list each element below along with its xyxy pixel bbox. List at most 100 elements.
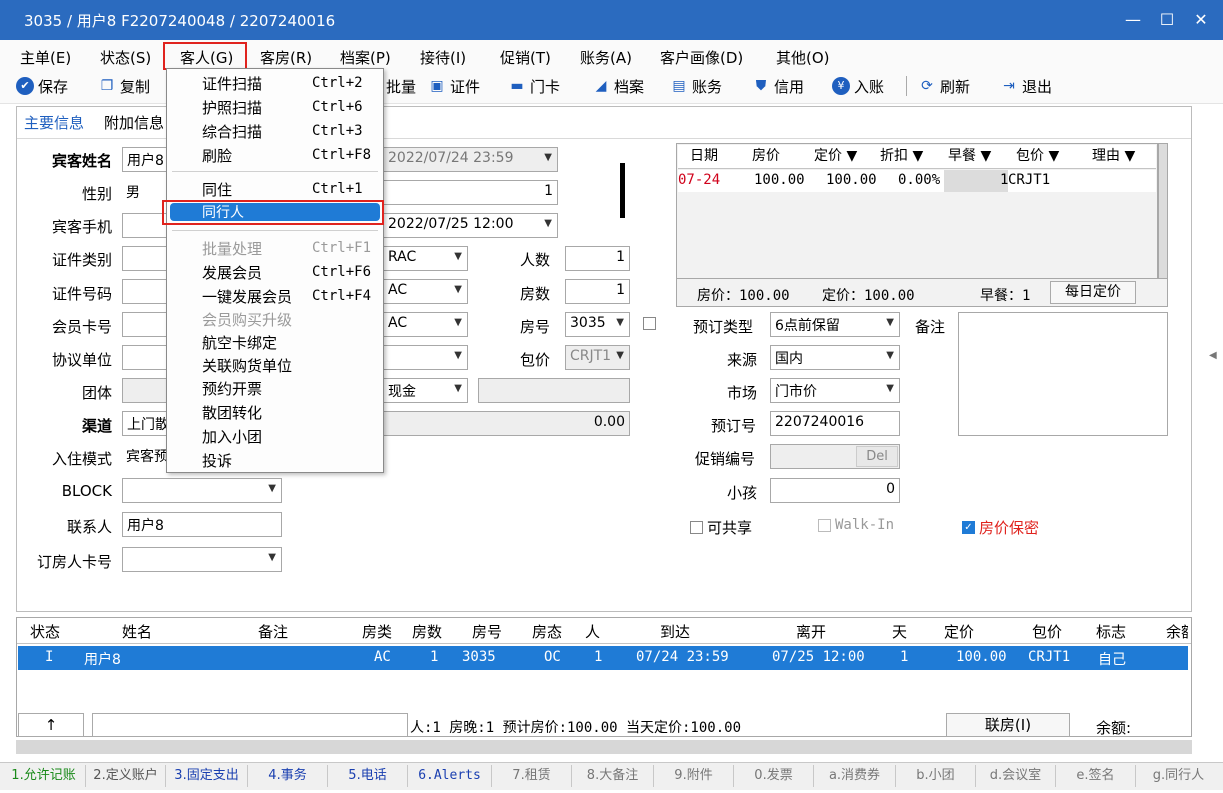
contact-field[interactable]: 用户8 <box>122 512 282 537</box>
menu-status[interactable]: 状态(S) <box>100 47 151 68</box>
tab-attachment[interactable]: 9.附件 <box>654 765 734 787</box>
col-room-no[interactable]: 房号 <box>472 621 502 642</box>
tab-small-group[interactable]: b.小团 <box>896 765 976 787</box>
checkin-mode-field[interactable]: 宾客预 <box>122 444 172 469</box>
col-status[interactable]: 状态 <box>30 621 60 642</box>
scroll-up-button[interactable]: ↑ <box>18 713 84 737</box>
footer-input[interactable] <box>92 713 408 737</box>
tab-invoice[interactable]: 0.发票 <box>734 765 814 787</box>
batch-button[interactable]: 批量 <box>386 75 416 97</box>
market-dropdown[interactable]: 门市价 ▼ <box>770 378 900 403</box>
menu-customer-portrait[interactable]: 客户画像(D) <box>660 47 743 68</box>
maximize-button[interactable]: ☐ <box>1152 6 1182 34</box>
rate-code-1-dropdown[interactable]: RAC ▼ <box>383 246 468 271</box>
col-departure[interactable]: 离开 <box>796 621 826 642</box>
horizontal-scrollbar[interactable] <box>16 740 1192 754</box>
col-days[interactable]: 天 <box>892 621 907 642</box>
guest-name-field[interactable]: 用户8 <box>122 147 172 172</box>
tab-big-note[interactable]: 8.大备注 <box>572 765 654 787</box>
exit-button[interactable]: ⇥ 退出 <box>1000 75 1052 97</box>
tab-alerts[interactable]: 6.Alerts <box>408 765 492 787</box>
tab-companion[interactable]: g.同行人 <box>1136 765 1221 787</box>
room-lock-checkbox[interactable] <box>643 317 656 334</box>
shareable-checkbox[interactable]: 可共享 <box>690 517 752 538</box>
id-type-field[interactable] <box>122 246 172 271</box>
rate-code-2-dropdown[interactable]: AC ▼ <box>383 279 468 304</box>
tab-lease[interactable]: 7.租赁 <box>492 765 572 787</box>
menu-promotion[interactable]: 促销(T) <box>500 47 551 68</box>
rate-grid-scrollbar[interactable] <box>1158 143 1168 279</box>
member-card-field[interactable] <box>122 312 172 337</box>
post-button[interactable]: ¥ 入账 <box>832 75 884 97</box>
misc-dropdown[interactable]: ▼ <box>383 345 468 370</box>
menu-item-join-group[interactable]: 加入小团 <box>202 426 262 447</box>
rate-col-price[interactable]: 房价 <box>752 145 780 169</box>
block-dropdown[interactable]: ▼ <box>122 478 282 503</box>
id-number-field[interactable] <box>122 279 172 304</box>
rate-col-discount[interactable]: 折扣 ▼ <box>880 145 923 169</box>
menu-reception[interactable]: 接待(I) <box>420 47 466 68</box>
tab-fixed-expense[interactable]: 3.固定支出 <box>166 765 248 787</box>
profile-button[interactable]: ◢ 档案 <box>592 75 644 97</box>
menu-item-share-room[interactable]: 同住 <box>202 179 232 200</box>
menu-account[interactable]: 账务(A) <box>580 47 632 68</box>
col-persons[interactable]: 人 <box>585 621 600 642</box>
rate-code-3-dropdown[interactable]: AC ▼ <box>383 312 468 337</box>
room-no-dropdown[interactable]: 3035 ▼ <box>565 312 630 337</box>
tab-phone[interactable]: 5.电话 <box>328 765 408 787</box>
menu-other[interactable]: 其他(O) <box>776 47 830 68</box>
rate-col-breakfast[interactable]: 早餐 ▼ <box>948 145 991 169</box>
tab-meeting-room[interactable]: d.会议室 <box>976 765 1056 787</box>
tab-define-account[interactable]: 2.定义账户 <box>86 765 166 787</box>
tab-affairs[interactable]: 4.事务 <box>248 765 328 787</box>
minimize-button[interactable]: — <box>1118 6 1148 34</box>
account-button[interactable]: ▤ 账务 <box>670 75 722 97</box>
credit-button[interactable]: ⛊ 信用 <box>752 75 804 97</box>
close-button[interactable]: ✕ <box>1186 6 1216 34</box>
col-room-type[interactable]: 房类 <box>362 621 392 642</box>
col-arrival[interactable]: 到达 <box>660 621 690 642</box>
pay-method-dropdown[interactable]: 现金 ▼ <box>383 378 468 403</box>
menu-item-invoice-booking[interactable]: 预约开票 <box>202 378 262 399</box>
nights-field[interactable]: 1 <box>383 180 558 205</box>
tab-signature[interactable]: e.签名 <box>1056 765 1136 787</box>
walkin-checkbox[interactable]: Walk-In <box>818 517 894 533</box>
channel-field[interactable]: 上门散 <box>122 411 172 436</box>
col-flag[interactable]: 标志 <box>1096 621 1126 642</box>
col-room-state[interactable]: 房态 <box>532 621 562 642</box>
menu-master[interactable]: 主单(E) <box>20 47 71 68</box>
booker-card-dropdown[interactable]: ▼ <box>122 547 282 572</box>
table-row[interactable] <box>18 646 1188 670</box>
amount-field[interactable]: 0.00 <box>383 411 630 436</box>
rooms-field[interactable]: 1 <box>565 279 630 304</box>
rate-col-reason[interactable]: 理由 ▼ <box>1092 145 1135 169</box>
col-room-count[interactable]: 房数 <box>412 621 442 642</box>
save-button[interactable]: ✔ 保存 <box>16 75 68 97</box>
menu-item-passport-scan[interactable]: 护照扫描 <box>202 97 262 118</box>
remark-textarea[interactable] <box>958 312 1168 436</box>
id-button[interactable]: ▣ 证件 <box>428 75 480 97</box>
menu-item-develop-member[interactable]: 发展会员 <box>202 262 262 283</box>
link-room-button[interactable]: 联房(I) <box>946 713 1070 737</box>
col-fixed-price[interactable]: 定价 <box>944 621 974 642</box>
tab-voucher[interactable]: a.消费券 <box>814 765 896 787</box>
persons-field[interactable]: 1 <box>565 246 630 271</box>
menu-item-one-click-member[interactable]: 一键发展会员 <box>202 286 292 307</box>
col-package[interactable]: 包价 <box>1032 621 1062 642</box>
menu-item-airline-card[interactable]: 航空卡绑定 <box>202 332 277 353</box>
room-card-button[interactable]: ▬ 门卡 <box>508 75 560 97</box>
col-remark[interactable]: 备注 <box>258 621 288 642</box>
tab-main-info[interactable]: 主要信息 <box>24 112 84 133</box>
rate-col-package[interactable]: 包价 ▼ <box>1016 145 1059 169</box>
menu-room[interactable]: 客房(R) <box>260 47 312 68</box>
menu-item-face-scan[interactable]: 刷脸 <box>202 145 232 166</box>
group-field[interactable] <box>122 378 172 403</box>
pay-detail-field[interactable] <box>478 378 630 403</box>
rate-secret-checkbox[interactable]: ✓ 房价保密 <box>962 517 1039 538</box>
tab-extra-info[interactable]: 附加信息 <box>104 112 164 133</box>
menu-item-group-convert[interactable]: 散团转化 <box>202 402 262 423</box>
package-dropdown[interactable]: CRJT1 ▼ <box>565 345 630 370</box>
tab-allow-charge[interactable]: 1.允许记账 <box>2 765 86 787</box>
menu-item-combined-scan[interactable]: 综合扫描 <box>202 121 262 142</box>
menu-profile[interactable]: 档案(P) <box>340 47 391 68</box>
